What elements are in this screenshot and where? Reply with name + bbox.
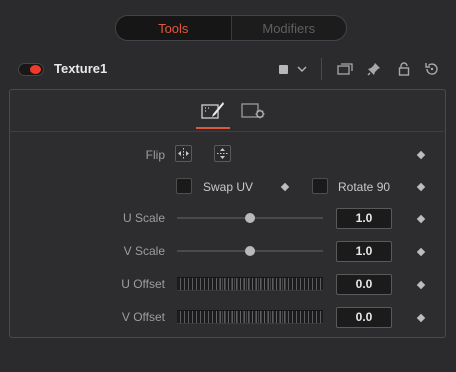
flip-horizontal-button[interactable] (175, 145, 192, 162)
active-subtab-indicator (196, 127, 230, 129)
v-offset-label: V Offset (121, 310, 165, 324)
swap-uv-checkbox[interactable] (176, 178, 192, 194)
v-offset-thumbwheel[interactable] (177, 310, 323, 324)
flip-label: Flip (145, 148, 165, 162)
tab-switcher: Tools Modifiers (115, 15, 347, 41)
pin-icon[interactable] (366, 60, 382, 78)
controls-tab-icon[interactable] (201, 101, 225, 121)
u-scale-slider-thumb[interactable] (245, 213, 255, 223)
color-swatch-icon[interactable] (277, 60, 289, 78)
header-divider (321, 58, 322, 80)
rotate-90-label: Rotate 90 (338, 180, 391, 194)
tool-enable-toggle[interactable] (18, 63, 44, 76)
power-dot-icon (30, 65, 41, 74)
v-scale-input[interactable]: 1.0 (336, 241, 392, 262)
u-offset-label: U Offset (121, 277, 165, 291)
v-offset-input[interactable]: 0.0 (336, 307, 392, 328)
swap-uv-label: Swap UV (203, 180, 254, 194)
v-scale-label: V Scale (123, 244, 165, 258)
lock-icon[interactable] (396, 60, 412, 78)
tab-modifiers[interactable]: Modifiers (232, 16, 347, 40)
subtab-divider (9, 131, 446, 132)
chevron-down-icon[interactable] (295, 60, 309, 78)
u-offset-thumbwheel[interactable] (177, 277, 323, 291)
version-icon[interactable] (336, 60, 354, 78)
tab-tools[interactable]: Tools (116, 16, 232, 40)
rotate-90-checkbox[interactable] (312, 178, 328, 194)
tool-name: Texture1 (54, 61, 108, 76)
v-scale-slider-thumb[interactable] (245, 246, 255, 256)
u-offset-input[interactable]: 0.0 (336, 274, 392, 295)
u-scale-input[interactable]: 1.0 (336, 208, 392, 229)
reset-icon[interactable] (424, 60, 440, 78)
u-scale-label: U Scale (122, 211, 165, 225)
flip-vertical-button[interactable] (214, 145, 231, 162)
settings-tab-icon[interactable] (241, 101, 267, 121)
